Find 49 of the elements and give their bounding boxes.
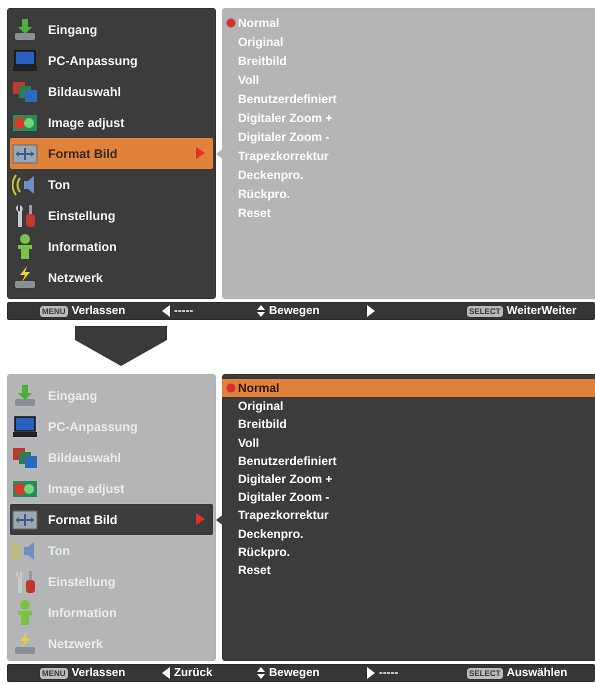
menu-item[interactable]: Bildauswahl xyxy=(10,76,213,107)
submenu-item[interactable]: Benutzerdefiniert xyxy=(222,452,595,470)
download-tray-icon xyxy=(12,382,38,408)
submenu-item[interactable]: Normal xyxy=(222,379,595,398)
footer-label: ----- xyxy=(379,667,398,679)
submenu-item[interactable]: Voll xyxy=(222,434,595,452)
download-tray-icon xyxy=(12,16,38,42)
footer-label: Bewegen xyxy=(269,305,320,317)
key-label: MENU xyxy=(40,668,68,678)
right-arrow-icon xyxy=(367,305,375,317)
key-label: SELECT xyxy=(467,668,503,678)
menu-item[interactable]: Format Bild xyxy=(10,138,213,169)
pointer-icon xyxy=(196,147,205,159)
left-arrow-icon xyxy=(162,305,170,317)
menu-item[interactable]: PC-Anpassung xyxy=(10,45,213,76)
footer-label: WeiterWeiter xyxy=(506,305,576,317)
key-label: MENU xyxy=(40,306,68,316)
left-arrow-icon xyxy=(162,667,170,679)
network-tray-icon xyxy=(12,264,38,290)
down-arrow-icon xyxy=(75,326,167,366)
submenu-item[interactable]: Trapezkorrektur xyxy=(222,506,595,524)
submenu-item[interactable]: Breitbild xyxy=(222,415,595,434)
submenu-item[interactable]: Deckenpro. xyxy=(222,524,595,543)
menu-item[interactable]: Netzwerk xyxy=(10,262,213,293)
network-tray-icon xyxy=(12,630,38,656)
laptop-icon xyxy=(12,48,38,74)
footer-label: Verlassen xyxy=(72,305,126,317)
menu-item[interactable]: Image adjust xyxy=(10,107,213,138)
menu-item[interactable]: Einstellung xyxy=(10,200,213,231)
laptop-icon xyxy=(12,414,38,440)
menu-item[interactable]: Information xyxy=(10,231,213,262)
footer-label: Auswählen xyxy=(506,667,568,679)
key-label: SELECT xyxy=(467,306,503,316)
up-down-arrow-icon xyxy=(257,667,265,679)
footer-label: Verlassen xyxy=(72,667,126,679)
pointer-icon xyxy=(196,513,205,525)
footer-label: Bewegen xyxy=(269,667,320,679)
right-arrow-icon xyxy=(367,667,375,679)
submenu-item[interactable]: Reset xyxy=(222,560,595,580)
submenu-item[interactable]: Digitaler Zoom - xyxy=(222,488,595,506)
submenu-item[interactable]: Rückpro. xyxy=(222,542,595,561)
menu-item[interactable]: Eingang xyxy=(10,14,213,45)
up-down-arrow-icon xyxy=(257,305,265,317)
menu-item[interactable]: Ton xyxy=(10,169,213,200)
footer-label: Zurück xyxy=(174,667,212,679)
menu-item[interactable]: Format Bild xyxy=(10,504,213,535)
submenu-item[interactable]: Original xyxy=(222,397,595,416)
footer-label: ----- xyxy=(174,305,194,317)
submenu-item[interactable]: Digitaler Zoom + xyxy=(222,470,595,488)
